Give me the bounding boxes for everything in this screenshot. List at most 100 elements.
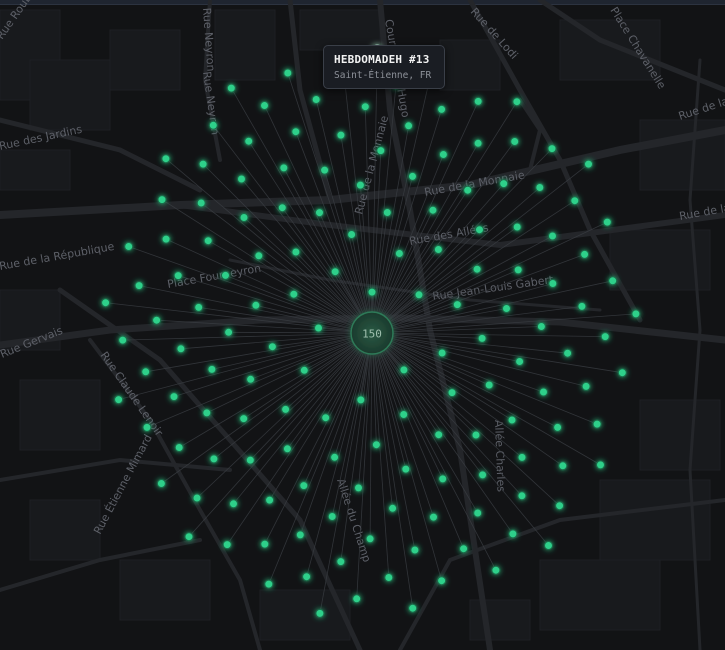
cluster-node[interactable] [484, 380, 494, 390]
cluster-node[interactable] [356, 395, 366, 405]
cluster-node[interactable] [198, 159, 208, 169]
cluster-node[interactable] [447, 388, 457, 398]
cluster-node[interactable] [101, 298, 111, 308]
cluster-node[interactable] [452, 300, 462, 310]
cluster-node[interactable] [617, 368, 627, 378]
cluster-node[interactable] [399, 365, 409, 375]
cluster-node[interactable] [237, 174, 246, 184]
cluster-node[interactable] [517, 491, 527, 501]
cluster-node[interactable] [414, 290, 424, 300]
cluster-node[interactable] [245, 455, 255, 465]
cluster-node[interactable] [327, 512, 337, 521]
cluster-node[interactable] [360, 102, 370, 112]
cluster-node[interactable] [491, 565, 501, 575]
cluster-node[interactable] [553, 422, 563, 432]
cluster-node[interactable] [174, 443, 184, 452]
cluster-node[interactable] [277, 203, 287, 213]
cluster-node[interactable] [282, 444, 292, 454]
cluster-node[interactable] [142, 422, 152, 432]
cluster-node[interactable] [547, 144, 557, 154]
cluster-node[interactable] [246, 374, 256, 384]
cluster-node[interactable] [157, 195, 167, 205]
cluster-node[interactable] [580, 249, 590, 259]
cluster-node[interactable] [539, 387, 548, 397]
cluster-node[interactable] [608, 276, 618, 286]
cluster-node[interactable] [283, 68, 293, 78]
cluster-node[interactable] [472, 264, 482, 274]
cluster-node[interactable] [515, 357, 525, 366]
cluster-node[interactable] [512, 222, 522, 232]
cluster-node[interactable] [289, 289, 299, 299]
cluster-node[interactable] [510, 137, 520, 146]
cluster-node[interactable] [330, 452, 340, 462]
cluster-node[interactable] [394, 249, 404, 258]
cluster-node[interactable] [365, 534, 375, 544]
cluster-node[interactable] [173, 271, 183, 281]
cluster-node[interactable] [459, 544, 469, 554]
cluster-node[interactable] [512, 97, 522, 107]
map-canvas[interactable]: Rue Roubaix Rue Neyron Rue Neyron Cours … [0, 0, 725, 650]
cluster-node[interactable] [192, 493, 202, 503]
cluster-node[interactable] [251, 300, 261, 310]
cluster-node[interactable] [410, 545, 420, 555]
cluster-node[interactable] [209, 454, 219, 464]
cluster-node[interactable] [161, 234, 171, 244]
cluster-node[interactable] [371, 440, 381, 450]
cluster-node[interactable] [382, 208, 392, 217]
cluster-node[interactable] [367, 287, 377, 297]
cluster-node[interactable] [577, 301, 587, 311]
cluster-node[interactable] [299, 365, 309, 375]
cluster-node[interactable] [548, 231, 557, 241]
cluster-node[interactable] [438, 474, 448, 484]
cluster-node[interactable] [437, 348, 447, 358]
cluster-node[interactable] [254, 251, 264, 261]
cluster-node[interactable] [548, 279, 558, 288]
cluster-node[interactable] [176, 344, 186, 354]
cluster-node[interactable] [544, 541, 553, 550]
cluster-node[interactable] [315, 208, 324, 218]
cluster-node[interactable] [463, 185, 473, 195]
cluster-node[interactable] [267, 342, 277, 352]
cluster-node[interactable] [134, 281, 144, 291]
cluster-node[interactable] [169, 392, 179, 402]
cluster-hub-icon[interactable]: 150 [350, 311, 394, 355]
cluster-node[interactable] [355, 180, 365, 190]
cluster-node[interactable] [114, 395, 124, 405]
cluster-node[interactable] [141, 367, 151, 377]
cluster-node[interactable] [584, 159, 593, 169]
cluster-node[interactable] [513, 265, 523, 275]
cluster-node[interactable] [156, 479, 166, 488]
cluster-node[interactable] [221, 270, 230, 280]
cluster-node[interactable] [354, 483, 363, 493]
cluster-node[interactable] [124, 242, 134, 251]
cluster-node[interactable] [558, 461, 568, 471]
cluster-node[interactable] [336, 130, 346, 140]
cluster-node[interactable] [352, 594, 362, 604]
cluster-node[interactable] [434, 430, 444, 440]
cluster-node[interactable] [260, 539, 270, 549]
cluster-node[interactable] [600, 332, 610, 342]
cluster-node[interactable] [347, 230, 357, 239]
cluster-node[interactable] [478, 470, 488, 480]
cluster-node[interactable] [224, 327, 234, 337]
cluster-node[interactable] [321, 413, 331, 423]
cluster-node[interactable] [196, 198, 206, 208]
cluster-node[interactable] [118, 335, 128, 345]
cluster-node[interactable] [265, 495, 275, 505]
cluster-node[interactable] [581, 381, 591, 391]
cluster-node[interactable] [299, 481, 309, 491]
cluster-node[interactable] [239, 213, 249, 222]
cluster-node[interactable] [475, 225, 484, 235]
cluster-node[interactable] [471, 430, 481, 440]
cluster-node[interactable] [291, 127, 301, 137]
cluster-node[interactable] [507, 415, 517, 425]
cluster-node[interactable] [161, 154, 171, 164]
cluster-node[interactable] [596, 460, 605, 470]
cluster-node[interactable] [473, 508, 483, 518]
cluster-node[interactable] [315, 608, 325, 618]
cluster-node[interactable] [229, 499, 238, 509]
cluster-node[interactable] [320, 165, 330, 175]
cluster-node[interactable] [207, 364, 217, 374]
cluster-node[interactable] [429, 512, 438, 522]
cluster-node[interactable] [376, 146, 386, 156]
